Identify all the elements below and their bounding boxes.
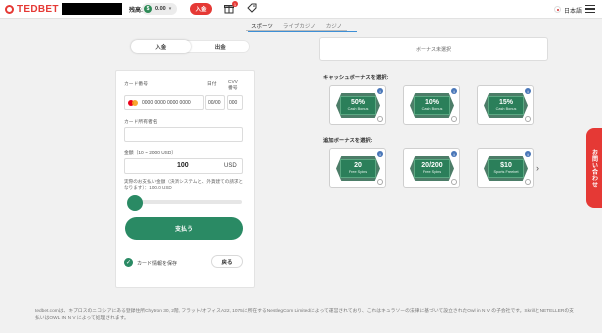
bonus-badge: 20 Free Spins: [340, 159, 376, 178]
bonus-badge: $10 Sports Freebet: [488, 159, 524, 178]
amount-slider-track[interactable]: [129, 200, 242, 204]
deposit-withdraw-toggle: 入金 出金: [131, 40, 250, 53]
bonus-badge: 50% Cash Bonus: [340, 96, 376, 115]
amount-slider-thumb[interactable]: [126, 195, 143, 211]
tab-casino[interactable]: カジノ: [320, 20, 348, 31]
save-card-checkbox[interactable]: ✓: [124, 258, 133, 267]
save-card-label: カード情報を保存: [137, 261, 178, 267]
cash-bonus-card-1[interactable]: 50% Cash Bonus i: [329, 85, 386, 125]
balance-dropdown[interactable]: $ 0.00 ▾: [142, 3, 177, 15]
info-icon[interactable]: i: [451, 88, 457, 94]
tab-withdraw[interactable]: 出金: [191, 40, 251, 53]
logo-text: TEDBET: [17, 4, 59, 15]
balance-label: 残高:: [129, 8, 143, 14]
expiry-value: 00/00: [208, 100, 221, 106]
bonus-radio[interactable]: [377, 116, 383, 122]
footer-legal-text: tedbet.comは、キプロスのニコシアにある登録住所Chytron 30, …: [35, 309, 574, 321]
card-holder-label: カード所有者名: [124, 120, 158, 125]
bonus-badge: 10% Cash Bonus: [414, 96, 450, 115]
logo-mark-icon: [5, 5, 14, 14]
top-header: TEDBET 残高: $ 0.00 ▾ 入金 1 日本語: [0, 0, 602, 19]
pay-button[interactable]: 支払う: [125, 217, 243, 240]
bonus-radio[interactable]: [525, 179, 531, 185]
cvv-label: CVV番号: [228, 80, 238, 91]
bonus-radio[interactable]: [377, 179, 383, 185]
info-icon[interactable]: i: [451, 151, 457, 157]
extra-bonus-card-3[interactable]: $10 Sports Freebet i: [477, 148, 534, 188]
cash-bonus-heading: キャッシュボーナスを選択:: [323, 75, 389, 81]
bonus-radio[interactable]: [451, 116, 457, 122]
subnav-underline: [248, 31, 357, 32]
info-icon[interactable]: i: [377, 88, 383, 94]
card-holder-field[interactable]: [124, 127, 243, 142]
card-number-label: カード番号: [124, 82, 148, 87]
extra-bonus-card-2[interactable]: 20/200 Free Spins i: [403, 148, 460, 188]
cash-bonus-card-2[interactable]: 10% Cash Bonus i: [403, 85, 460, 125]
section-tabs: スポーツ ライブカジノ カジノ: [246, 20, 348, 31]
gift-count-badge: 1: [232, 1, 238, 7]
mastercard-icon: [128, 100, 138, 106]
amount-label: 金額（10 ~ 2000 USD）: [124, 151, 177, 156]
actual-payment-note: 実際のお支払い金額（決済システムと、外貨建ての請求となります）：100.0 US…: [124, 179, 244, 190]
tab-deposit[interactable]: 入金: [131, 40, 191, 53]
extra-bonus-card-1[interactable]: 20 Free Spins i: [329, 148, 386, 188]
info-icon[interactable]: i: [525, 151, 531, 157]
contact-us-label: お問い合わせ: [590, 148, 597, 188]
expiry-label: 日付: [207, 82, 217, 87]
cash-bonus-card-3[interactable]: 15% Cash Bonus i: [477, 85, 534, 125]
back-button[interactable]: 戻る: [211, 255, 243, 268]
promo-tag-icon[interactable]: [247, 3, 257, 14]
card-number-value: 0000 0000 0000 0000: [142, 100, 191, 106]
cvv-value: 000: [229, 100, 238, 106]
hamburger-menu-icon[interactable]: [585, 5, 595, 13]
info-icon[interactable]: i: [525, 88, 531, 94]
bonus-badge: 20/200 Free Spins: [414, 159, 450, 178]
next-bonus-arrow-icon[interactable]: ›: [536, 163, 539, 173]
bonus-radio[interactable]: [451, 179, 457, 185]
tab-live-casino[interactable]: ライブカジノ: [277, 20, 321, 31]
bonus-radio[interactable]: [525, 116, 531, 122]
contact-us-tab[interactable]: お問い合わせ: [586, 128, 602, 208]
logo[interactable]: TEDBET: [5, 4, 59, 15]
selected-bonus-field[interactable]: ボーナス未選択: [319, 37, 548, 61]
language-selector[interactable]: 日本語: [564, 6, 582, 15]
dollar-coin-icon: $: [144, 5, 152, 13]
chevron-down-icon: ▾: [168, 6, 172, 12]
redacted-user-area: [62, 3, 122, 15]
extra-bonus-heading: 追加ボーナスを選択:: [323, 138, 373, 144]
tab-sports[interactable]: スポーツ: [246, 20, 278, 31]
header-deposit-button[interactable]: 入金: [190, 3, 212, 15]
info-icon[interactable]: i: [377, 151, 383, 157]
japan-flag-icon[interactable]: [554, 6, 561, 13]
bonus-badge: 15% Cash Bonus: [488, 96, 524, 115]
amount-value: 100: [177, 162, 189, 169]
amount-currency: USD: [224, 163, 237, 169]
balance-value: 0.00: [155, 6, 166, 12]
